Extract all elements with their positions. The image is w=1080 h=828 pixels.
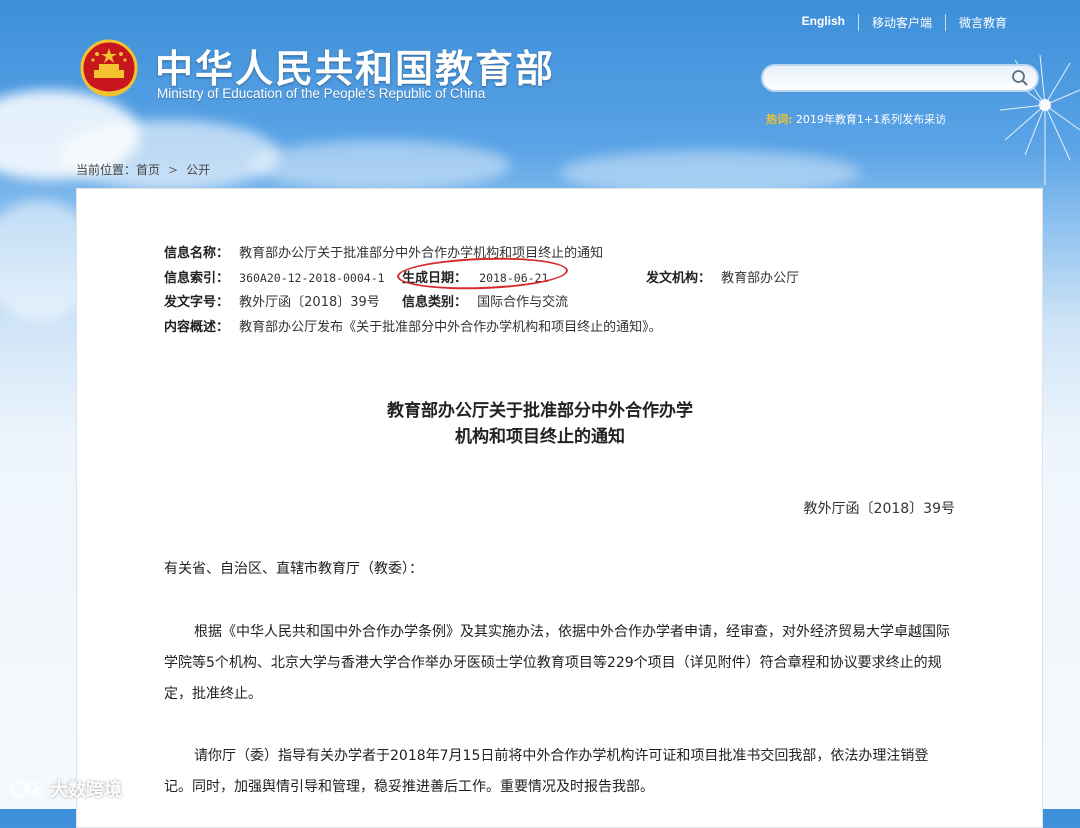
body-paragraph-2: 请你厅（委）指导有关办学者于2018年7月15日前将中外合作办学机构许可证和项目…: [164, 748, 929, 795]
breadcrumb-home-link[interactable]: 首页: [136, 163, 160, 177]
salutation: 有关省、自治区、直辖市教育厅（教委）：: [164, 561, 423, 577]
meta-row-index: 信息索引： 360A20-12-2018-0004-1: [164, 267, 385, 286]
weiyan-education-link[interactable]: 微言教育: [944, 14, 1020, 31]
document-title-line1: 教育部办公厅关于批准部分中外合作办学: [387, 401, 693, 421]
meta-row-docno: 发文字号： 教外厅函〔2018〕39号: [164, 291, 380, 310]
breadcrumb-prefix: 当前位置：: [76, 163, 137, 177]
watermark-text: 大数跨境: [50, 780, 122, 801]
national-emblem-icon: [80, 39, 138, 97]
meta-summary-label: 内容概述：: [164, 320, 230, 335]
meta-category-label: 信息类别：: [402, 295, 468, 310]
meta-row-category: 信息类别： 国际合作与交流: [402, 291, 568, 310]
meta-row-issuer: 发文机构： 教育部办公厅: [646, 267, 799, 286]
body-paragraph-1: 根据《中华人民共和国中外合作办学条例》及其实施办法，依据中外合作办学者申请，经审…: [164, 624, 950, 702]
cloud-decoration: [60, 120, 280, 190]
cloud-decoration: [250, 140, 510, 190]
breadcrumb: 当前位置：首页 > 公开: [76, 161, 210, 178]
meta-summary-value: 教育部办公厅发布《关于批准部分中外合作办学机构和项目终止的通知》。: [239, 320, 662, 335]
document-title: 教育部办公厅关于批准部分中外合作办学 机构和项目终止的通知: [0, 398, 1080, 450]
meta-row-summary: 内容概述： 教育部办公厅发布《关于批准部分中外合作办学机构和项目终止的通知》。: [164, 316, 662, 335]
top-links: English 移动客户端 微言教育: [789, 14, 1020, 31]
search-input[interactable]: [761, 64, 1039, 92]
meta-docno-label: 发文字号：: [164, 295, 230, 310]
search-icon[interactable]: [1011, 69, 1029, 87]
hot-words: 热词: 2019年教育1+1系列发布采访: [766, 111, 946, 127]
meta-index-value: 360A20-12-2018-0004-1: [239, 271, 385, 285]
watermark: 大数跨境: [10, 776, 122, 802]
ministry-name-cn: 中华人民共和国教育部: [155, 47, 556, 91]
mobile-client-link[interactable]: 移动客户端: [857, 14, 945, 31]
meta-index-label: 信息索引：: [164, 271, 230, 286]
meta-category-value: 国际合作与交流: [477, 295, 569, 310]
meta-name-value: 教育部办公厅关于批准部分中外合作办学机构和项目终止的通知: [239, 246, 604, 261]
meta-docno-value: 教外厅函〔2018〕39号: [239, 295, 380, 310]
hot-words-label: 热词:: [766, 113, 793, 126]
meta-name-label: 信息名称：: [164, 246, 230, 261]
hot-words-link[interactable]: 2019年教育1+1系列发布采访: [796, 113, 946, 126]
meta-issuer-label: 发文机构：: [646, 271, 712, 286]
document-title-line2: 机构和项目终止的通知: [455, 427, 625, 447]
ministry-name-en: Ministry of Education of the People's Re…: [157, 86, 486, 101]
breadcrumb-separator: >: [168, 163, 179, 177]
watermark-logo-icon: [11, 781, 44, 797]
breadcrumb-current-link[interactable]: 公开: [186, 163, 210, 177]
meta-issuer-value: 教育部办公厅: [721, 271, 800, 286]
document-number: 教外厅函〔2018〕39号: [803, 501, 955, 517]
meta-row-name: 信息名称： 教育部办公厅关于批准部分中外合作办学机构和项目终止的通知: [164, 242, 603, 261]
english-link[interactable]: English: [789, 14, 858, 31]
